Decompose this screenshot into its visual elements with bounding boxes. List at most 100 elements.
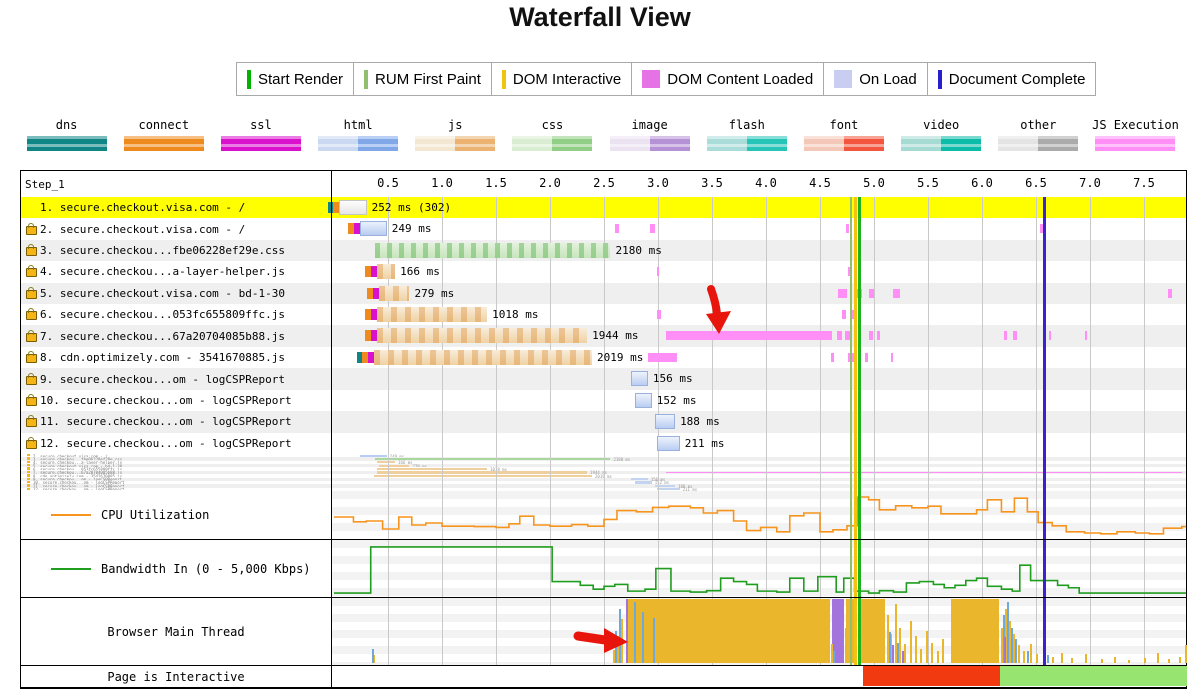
main-thread-spike <box>902 651 904 663</box>
js-exec-segment <box>865 353 867 362</box>
row-chart-bg <box>332 283 1186 304</box>
mini-request-bar <box>377 461 395 463</box>
request-row-label[interactable]: 6. secure.checkou...053fc655809ffc.js <box>21 304 331 325</box>
request-row-label[interactable]: 10. secure.checkou...om - logCSPReport <box>21 390 331 411</box>
main-thread-spike <box>897 643 899 663</box>
request-time-label: 2019 ms <box>597 351 643 364</box>
main-thread-spike <box>1018 645 1020 663</box>
bandwidth-in-label-text: Bandwidth In (0 - 5,000 Kbps) <box>101 562 311 576</box>
main-thread-spike <box>910 621 912 663</box>
request-row-label[interactable]: 9. secure.checkou...om - logCSPReport <box>21 368 331 389</box>
main-thread-spike <box>619 609 621 663</box>
start-render-marker-icon <box>247 70 251 89</box>
request-time-label: 156 ms <box>653 372 693 385</box>
resource-legend-label: html <box>344 118 373 132</box>
main-thread-spike <box>1015 639 1017 663</box>
main-thread-block <box>858 599 885 663</box>
request-row-label[interactable]: 11. secure.checkou...om - logCSPReport <box>21 411 331 432</box>
js-exec-segment <box>893 289 899 298</box>
lock-icon <box>26 226 37 235</box>
mini-js-exec-line <box>666 472 1182 473</box>
mini-lock-icon <box>27 461 30 463</box>
page-interactive-label-text: Page is Interactive <box>107 670 244 684</box>
request-bar <box>377 328 587 343</box>
main-thread-spike <box>899 628 901 663</box>
request-url: 12. secure.checkou...om - logCSPReport <box>40 437 292 450</box>
resource-legend-item: JS Execution <box>1087 118 1184 151</box>
mini-request-bar <box>657 488 680 490</box>
main-thread-spike <box>1036 654 1038 663</box>
main-thread-block <box>628 599 829 663</box>
main-thread-spike <box>1185 645 1187 663</box>
main-thread-spike <box>1027 651 1029 663</box>
document-complete-line <box>1043 197 1046 665</box>
axis-tick-label: 4.0 <box>746 176 786 190</box>
event-legend-item: RUM First Paint <box>354 63 492 95</box>
js-exec-segment <box>1085 331 1087 340</box>
lock-icon <box>26 440 37 449</box>
mini-request-time: 2180 ms <box>613 457 630 460</box>
axis-tick-label: 5.0 <box>854 176 894 190</box>
request-row-label[interactable]: 8. cdn.optimizely.com - 3541670885.js <box>21 347 331 368</box>
main-thread-spike <box>1071 658 1073 663</box>
request-url: 7. secure.checkou...67a20704085b88.js <box>40 330 285 343</box>
request-bar <box>375 243 610 258</box>
cpu-utilization-line <box>332 491 1186 539</box>
axis-tick-label: 3.5 <box>692 176 732 190</box>
request-row-label[interactable]: 1. secure.checkout.visa.com - / <box>21 197 331 218</box>
mini-request-time: 152 ms <box>655 480 669 483</box>
main-thread-spike <box>1085 654 1087 663</box>
mini-lock-icon <box>27 474 30 476</box>
main-thread-spike <box>892 645 894 663</box>
lock-icon <box>26 333 37 342</box>
mini-request-time: 1018 ms <box>490 467 507 470</box>
request-row-label[interactable]: 4. secure.checkou...a-layer-helper.js <box>21 261 331 282</box>
resource-legend-label: dns <box>56 118 78 132</box>
main-thread-spike <box>1128 660 1130 663</box>
row-chart-bg <box>332 390 1186 411</box>
resource-legend-label: js <box>448 118 462 132</box>
axis-tick-label: 1.0 <box>422 176 462 190</box>
main-thread-spike <box>1101 659 1103 663</box>
document-complete-marker-icon <box>938 70 942 89</box>
event-legend-label: DOM Content Loaded <box>667 71 813 88</box>
browser-main-thread-label-text: Browser Main Thread <box>107 625 244 639</box>
main-thread-spike <box>1061 653 1063 663</box>
mini-lock-icon <box>27 478 30 480</box>
js-exec-segment <box>842 310 846 319</box>
request-bar <box>360 221 387 236</box>
resource-legend-label: JS Execution <box>1092 118 1179 132</box>
mini-lock-icon <box>27 488 30 490</box>
row-chart-bg <box>332 368 1186 389</box>
rum-first-paint-line <box>850 197 852 665</box>
cpu-utilization-label-text: CPU Utilization <box>101 508 209 522</box>
axis-tick-label: 5.5 <box>908 176 948 190</box>
axis-tick-label: 6.0 <box>962 176 1002 190</box>
mini-request-time: 166 ms <box>398 460 412 463</box>
js-exec-segment <box>1013 331 1016 340</box>
main-thread-block <box>951 599 1000 663</box>
main-thread-spike <box>1144 658 1146 663</box>
request-row-label[interactable]: 12. secure.checkou...om - logCSPReport <box>21 433 331 454</box>
request-row-label[interactable]: 2. secure.checkout.visa.com - / <box>21 218 331 239</box>
main-thread-spike <box>889 632 891 663</box>
main-thread-spike <box>1030 644 1032 663</box>
request-row-label[interactable]: 3. secure.checkou...fbe06228ef29e.css <box>21 240 331 261</box>
waterfall-table: 1. secure.checkout.visa.com - / 2. secur… <box>20 170 1187 689</box>
axis-tick-label: 6.5 <box>1016 176 1056 190</box>
main-thread-spike <box>833 651 835 663</box>
main-thread-spike <box>634 602 636 663</box>
resource-legend-label: flash <box>729 118 765 132</box>
request-row-label[interactable]: 7. secure.checkou...67a20704085b88.js <box>21 325 331 346</box>
event-legend-item: DOM Content Loaded <box>632 63 824 95</box>
request-row-label[interactable]: 5. secure.checkout.visa.com - bd-1-30 <box>21 283 331 304</box>
row-chart-bg <box>332 433 1186 454</box>
axis-tick-label: 4.5 <box>800 176 840 190</box>
request-bar <box>339 200 366 215</box>
page-interactive-busy-segment <box>863 666 1000 686</box>
main-thread-spike <box>1047 655 1049 663</box>
resource-legend-item: ssl <box>212 118 309 151</box>
row-chart-bg <box>332 261 1186 282</box>
js-exec-segment <box>831 353 834 362</box>
resource-swatch-image <box>610 136 690 151</box>
